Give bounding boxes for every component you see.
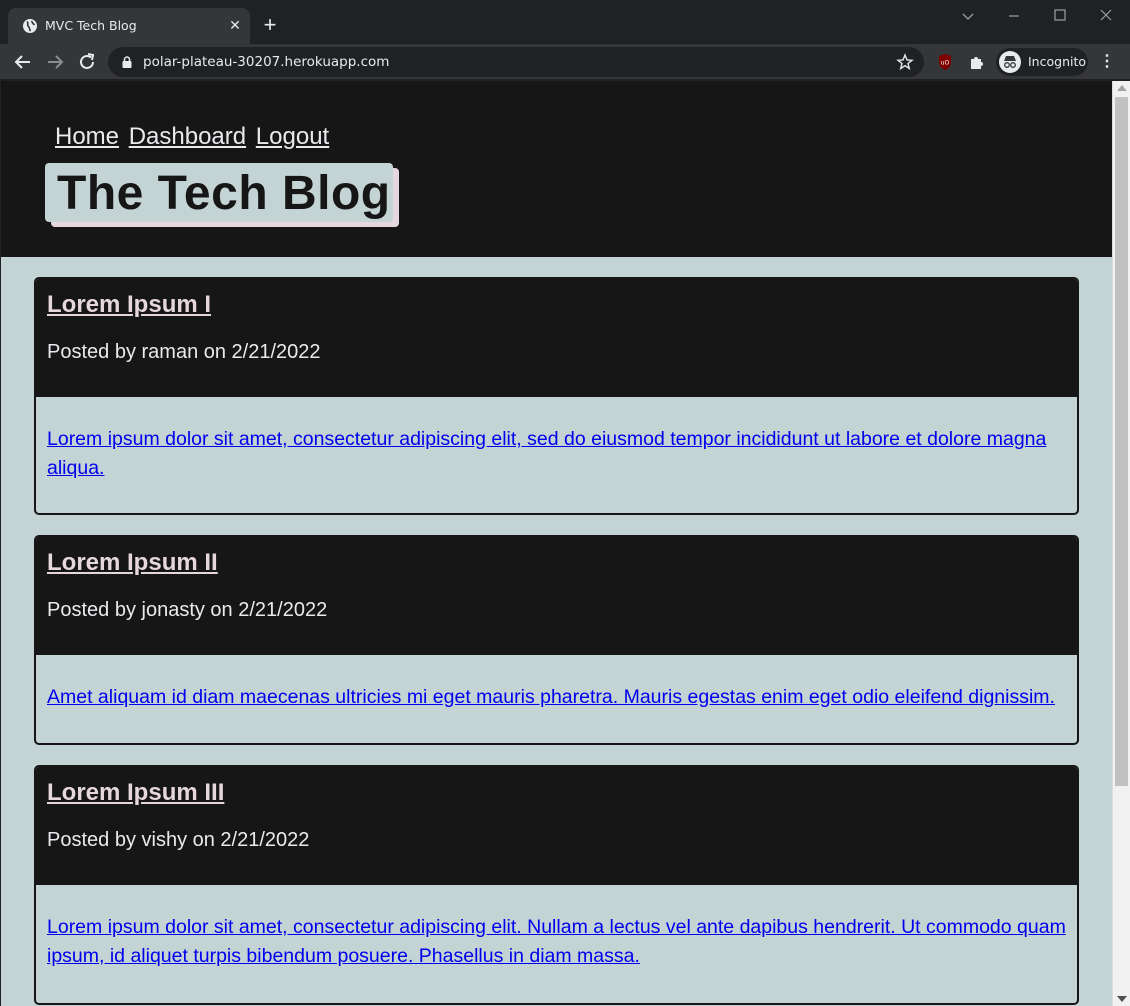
post-header: Lorem Ipsum I Posted by raman on 2/21/20… (36, 279, 1077, 397)
site-title: The Tech Blog (57, 167, 391, 220)
scrollbar-thumb[interactable] (1115, 97, 1128, 786)
tab-search-icon[interactable] (957, 6, 979, 26)
incognito-profile-button[interactable]: Incognito (996, 48, 1088, 76)
site-nav: Home Dashboard Logout (55, 123, 332, 151)
post-content-link[interactable]: Lorem ipsum dolor sit amet, consectetur … (47, 428, 1046, 479)
svg-text:uO: uO (941, 60, 950, 67)
address-bar[interactable]: polar-plateau-30207.herokuapp.com (108, 47, 924, 77)
post-meta: Posted by vishy on 2/21/2022 (47, 829, 310, 851)
post-meta: Posted by jonasty on 2/21/2022 (47, 599, 328, 621)
post-content-link[interactable]: Lorem ipsum dolor sit amet, consectetur … (47, 916, 1066, 967)
bookmark-star-icon[interactable] (896, 53, 914, 71)
close-window-icon[interactable] (1095, 6, 1117, 26)
post-card: Lorem Ipsum III Posted by vishy on 2/21/… (34, 765, 1079, 1005)
nav-home-link[interactable]: Home (55, 123, 119, 150)
extensions-puzzle-icon[interactable] (967, 52, 987, 72)
post-card: Lorem Ipsum II Posted by jonasty on 2/21… (34, 535, 1079, 745)
ublock-extension-icon[interactable]: uO (935, 52, 955, 72)
new-tab-button[interactable]: + (259, 14, 281, 36)
scroll-down-arrow-icon[interactable] (1117, 996, 1127, 1002)
incognito-icon (999, 51, 1021, 73)
incognito-label: Incognito (1028, 54, 1087, 69)
nav-dashboard-link[interactable]: Dashboard (129, 123, 246, 150)
post-title-link[interactable]: Lorem Ipsum III (47, 767, 1066, 807)
post-body: Lorem ipsum dolor sit amet, consectetur … (36, 885, 1077, 971)
post-body: Lorem ipsum dolor sit amet, consectetur … (36, 397, 1077, 483)
browser-tab[interactable]: MVC Tech Blog ✕ (8, 8, 250, 44)
url-text: polar-plateau-30207.herokuapp.com (143, 54, 390, 70)
post-title-link[interactable]: Lorem Ipsum I (47, 279, 1066, 319)
menu-kebab-icon[interactable]: ⋮ (1098, 52, 1116, 72)
lock-icon[interactable] (120, 55, 134, 69)
post-header: Lorem Ipsum II Posted by jonasty on 2/21… (36, 537, 1077, 655)
globe-icon (22, 18, 38, 34)
brand-box: The Tech Blog (45, 163, 399, 227)
back-arrow-icon[interactable] (11, 50, 35, 74)
tab-title: MVC Tech Blog (45, 18, 137, 33)
scroll-up-arrow-icon[interactable] (1117, 85, 1127, 91)
brand-card: The Tech Blog (45, 163, 393, 222)
minimize-icon[interactable] (1003, 6, 1025, 26)
page-viewport: Home Dashboard Logout The Tech Blog Lore… (1, 81, 1112, 1006)
site-header: Home Dashboard Logout The Tech Blog (1, 81, 1112, 257)
post-meta: Posted by raman on 2/21/2022 (47, 341, 321, 363)
maximize-icon[interactable] (1049, 6, 1071, 26)
browser-toolbar: polar-plateau-30207.herokuapp.com uO Inc… (0, 44, 1130, 80)
forward-arrow-icon[interactable] (43, 50, 67, 74)
post-header: Lorem Ipsum III Posted by vishy on 2/21/… (36, 767, 1077, 885)
vertical-scrollbar[interactable] (1112, 81, 1130, 1006)
browser-tab-bar: MVC Tech Blog ✕ + (0, 0, 1130, 44)
nav-logout-link[interactable]: Logout (256, 123, 329, 150)
post-title-link[interactable]: Lorem Ipsum II (47, 537, 1066, 577)
post-card: Lorem Ipsum I Posted by raman on 2/21/20… (34, 277, 1079, 515)
post-content-link[interactable]: Amet aliquam id diam maecenas ultricies … (47, 686, 1055, 708)
reload-icon[interactable] (75, 50, 99, 74)
post-body: Amet aliquam id diam maecenas ultricies … (36, 655, 1077, 712)
close-tab-icon[interactable]: ✕ (226, 16, 244, 34)
